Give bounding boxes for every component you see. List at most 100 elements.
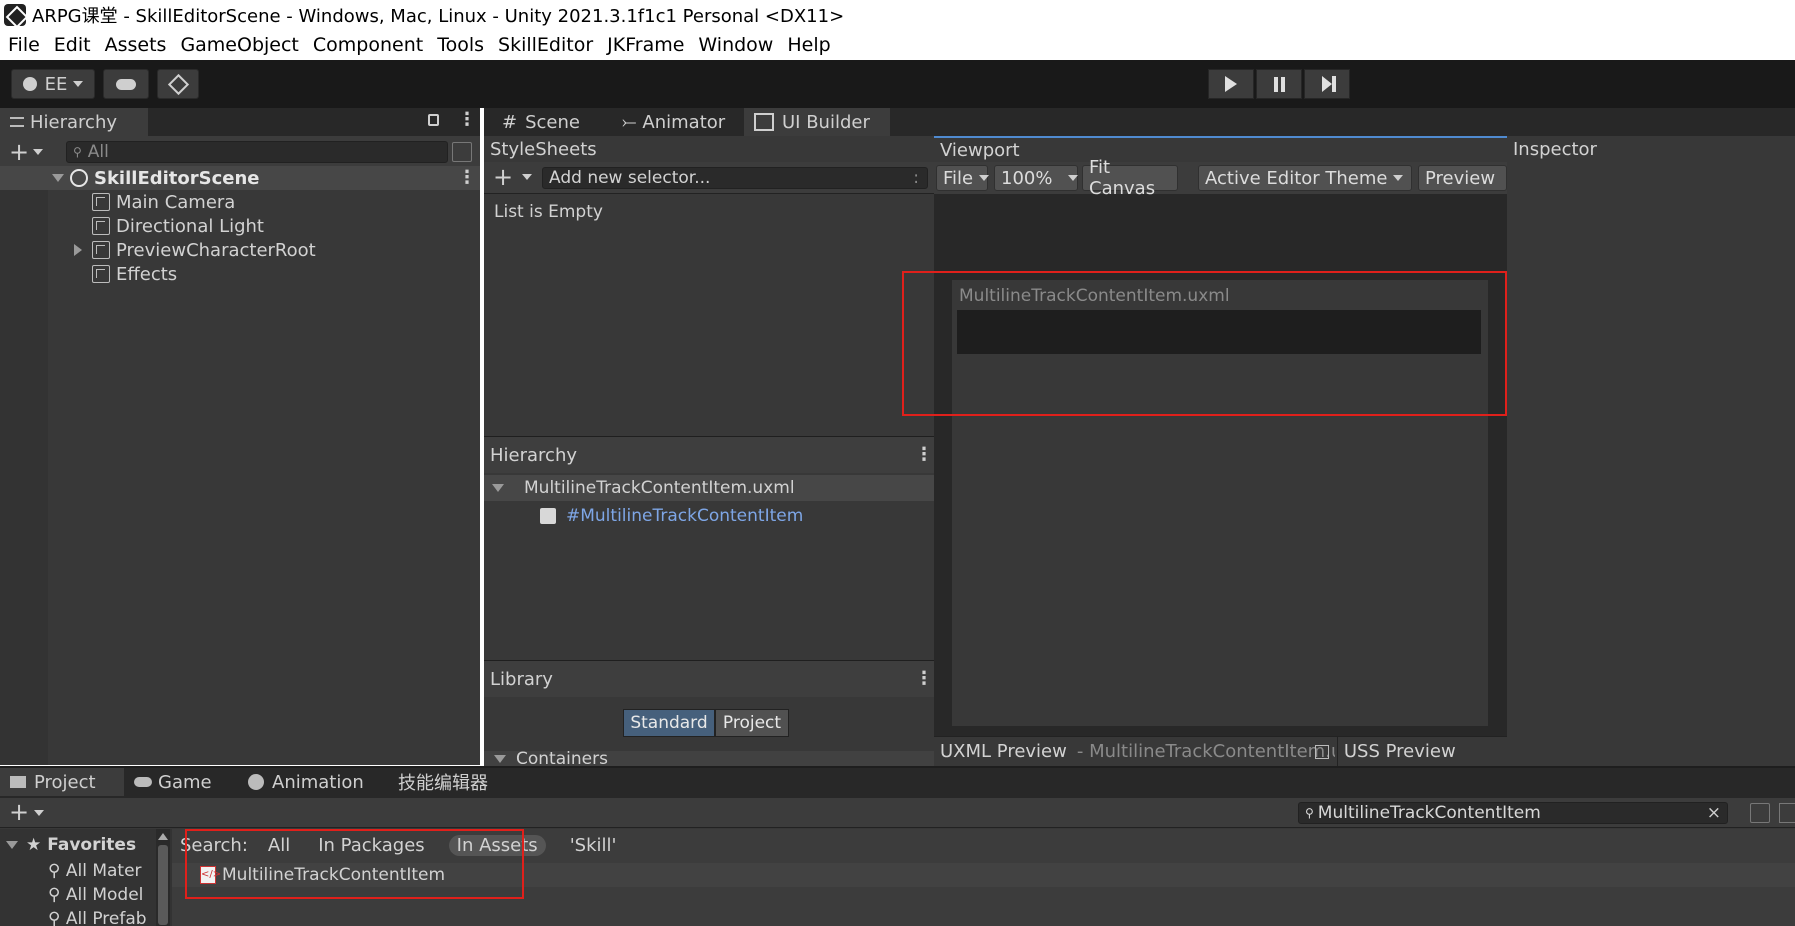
hierarchy-panel: Hierarchy ⋮ + ⚲ All SkillEditorScene ⋮ M… <box>0 108 480 765</box>
expand-icon[interactable] <box>52 174 64 182</box>
add-icon[interactable]: + <box>9 138 29 166</box>
hierarchy-tabstrip: Hierarchy ⋮ <box>0 108 480 136</box>
scene-menu-icon[interactable]: ⋮ <box>458 167 476 188</box>
uxml-preview-label[interactable]: UXML Preview <box>940 741 1067 762</box>
viewport-file-menu[interactable]: File <box>936 165 990 191</box>
menu-bar: File Edit Assets GameObject Component To… <box>0 30 1795 60</box>
add-selector-input[interactable]: Add new selector... : <box>542 167 928 189</box>
scroll-thumb[interactable] <box>158 845 168 925</box>
tab-project-label: Project <box>34 771 96 793</box>
tab-skill-editor[interactable]: 技能编辑器 <box>388 768 498 796</box>
expand-icon[interactable] <box>492 484 504 492</box>
tab-game-label: Game <box>158 771 212 793</box>
tab-scene[interactable]: # Scene <box>492 108 590 136</box>
stylesheets-toolbar: + Add new selector... : <box>484 162 934 194</box>
project-search-value: MultilineTrackContentItem <box>1317 803 1541 823</box>
collab-button[interactable] <box>157 69 199 99</box>
theme-label: Active Editor Theme <box>1205 167 1388 189</box>
tab-game[interactable]: Game <box>124 768 222 796</box>
grid-icon: # <box>502 111 518 133</box>
scope-skill[interactable]: 'Skill' <box>570 835 617 856</box>
tab-project[interactable]: Project <box>0 768 124 796</box>
account-dropdown[interactable]: EE <box>11 69 95 99</box>
menu-edit[interactable]: Edit <box>54 34 91 56</box>
library-header: Library ⋮ <box>484 661 934 697</box>
hierarchy-item-effects[interactable]: Effects <box>0 262 480 286</box>
clear-search-icon[interactable]: × <box>1707 803 1721 823</box>
fit-canvas-button[interactable]: Fit Canvas <box>1082 157 1178 199</box>
chevron-down-icon[interactable] <box>33 149 43 155</box>
pause-button[interactable] <box>1256 69 1302 99</box>
uss-preview-label[interactable]: USS Preview <box>1344 741 1456 762</box>
hierarchy-menu-icon[interactable]: ⋮ <box>458 109 476 130</box>
expand-icon[interactable] <box>74 244 82 256</box>
preview-toggle[interactable]: Preview <box>1418 165 1507 191</box>
theme-dropdown[interactable]: Active Editor Theme <box>1198 165 1412 191</box>
search-options-icon[interactable] <box>1750 803 1770 823</box>
stylesheets-title: StyleSheets <box>490 138 597 160</box>
uxml-child-row[interactable]: #MultilineTrackContentItem <box>540 503 803 529</box>
play-button[interactable] <box>1208 69 1254 99</box>
side-panel-icon[interactable] <box>1779 803 1795 823</box>
hierarchy-item-directional-light[interactable]: Directional Light <box>0 214 480 238</box>
tab-animation-label: Animation <box>272 771 364 793</box>
collab-icon <box>167 73 189 95</box>
menu-jkframe[interactable]: JKFrame <box>607 34 684 56</box>
hierarchy-item-main-camera[interactable]: Main Camera <box>0 190 480 214</box>
open-external-icon[interactable] <box>1314 744 1329 759</box>
library-panel: Library ⋮ Standard Project Containers <box>484 660 934 767</box>
chevron-down-icon[interactable] <box>522 174 532 180</box>
menu-window[interactable]: Window <box>698 34 773 56</box>
library-menu-icon[interactable]: ⋮ <box>915 668 933 689</box>
tab-hierarchy[interactable]: Hierarchy <box>0 108 148 136</box>
menu-assets[interactable]: Assets <box>105 34 167 56</box>
add-icon[interactable]: + <box>9 798 29 826</box>
expand-icon[interactable] <box>6 841 18 849</box>
project-search-input[interactable]: ⚲ MultilineTrackContentItem × <box>1298 802 1728 824</box>
viewport-title: Viewport <box>940 139 1020 161</box>
search-placeholder: All <box>87 142 109 162</box>
stylesheets-panel: StyleSheets + Add new selector... : List… <box>484 136 934 436</box>
scroll-up-icon[interactable] <box>158 833 168 840</box>
menu-gameobject[interactable]: GameObject <box>180 34 298 56</box>
menu-component[interactable]: Component <box>313 34 423 56</box>
scene-row[interactable]: SkillEditorScene ⋮ <box>0 166 480 190</box>
menu-help[interactable]: Help <box>787 34 830 56</box>
lock-icon[interactable] <box>428 114 439 126</box>
hierarchy-search-input[interactable]: ⚲ All <box>66 141 448 163</box>
expand-icon[interactable] <box>494 755 506 763</box>
uxml-root-row[interactable]: MultilineTrackContentItem.uxml <box>484 475 934 501</box>
favorites-row[interactable]: ★ Favorites <box>6 835 136 855</box>
menu-file[interactable]: File <box>8 34 40 56</box>
favorite-all-models[interactable]: ⚲ All Model <box>48 883 152 907</box>
hierarchy-item-previewcharacterroot[interactable]: PreviewCharacterRoot <box>0 238 480 262</box>
empty-list-text: List is Empty <box>494 202 603 222</box>
favorites-scrollbar[interactable] <box>156 829 170 926</box>
library-standard-button[interactable]: Standard <box>623 709 715 737</box>
add-icon[interactable]: + <box>493 163 513 191</box>
footer-divider <box>1336 736 1338 767</box>
chevron-down-icon <box>1068 175 1079 181</box>
zoom-dropdown[interactable]: 100% <box>994 165 1079 191</box>
menu-skilleditor[interactable]: SkillEditor <box>498 34 593 56</box>
project-tabstrip: Project Game Animation 技能编辑器 <box>0 768 1795 798</box>
favorite-all-prefabs[interactable]: ⚲ All Prefab <box>48 907 152 926</box>
gameobject-cube-icon <box>92 265 110 283</box>
library-project-button[interactable]: Project <box>715 709 789 737</box>
zoom-label: 100% <box>1001 167 1053 189</box>
favorite-all-materials[interactable]: ⚲ All Mater <box>48 859 152 883</box>
menu-tools[interactable]: Tools <box>437 34 484 56</box>
tab-animator[interactable]: ⤚ Animator <box>612 108 735 136</box>
library-section-containers[interactable]: Containers <box>484 751 934 767</box>
tab-ui-builder[interactable]: UI Builder <box>744 108 890 136</box>
step-button[interactable] <box>1304 69 1350 99</box>
chevron-down-icon <box>979 175 990 181</box>
cloud-icon <box>116 78 136 90</box>
chevron-down-icon <box>1393 175 1403 181</box>
selector-options-icon[interactable]: : <box>913 168 919 188</box>
tab-animation[interactable]: Animation <box>238 768 374 796</box>
chevron-down-icon[interactable] <box>34 810 44 816</box>
cloud-button[interactable] <box>103 69 149 99</box>
builder-hierarchy-menu-icon[interactable]: ⋮ <box>915 444 933 465</box>
search-options-icon[interactable] <box>452 142 472 162</box>
